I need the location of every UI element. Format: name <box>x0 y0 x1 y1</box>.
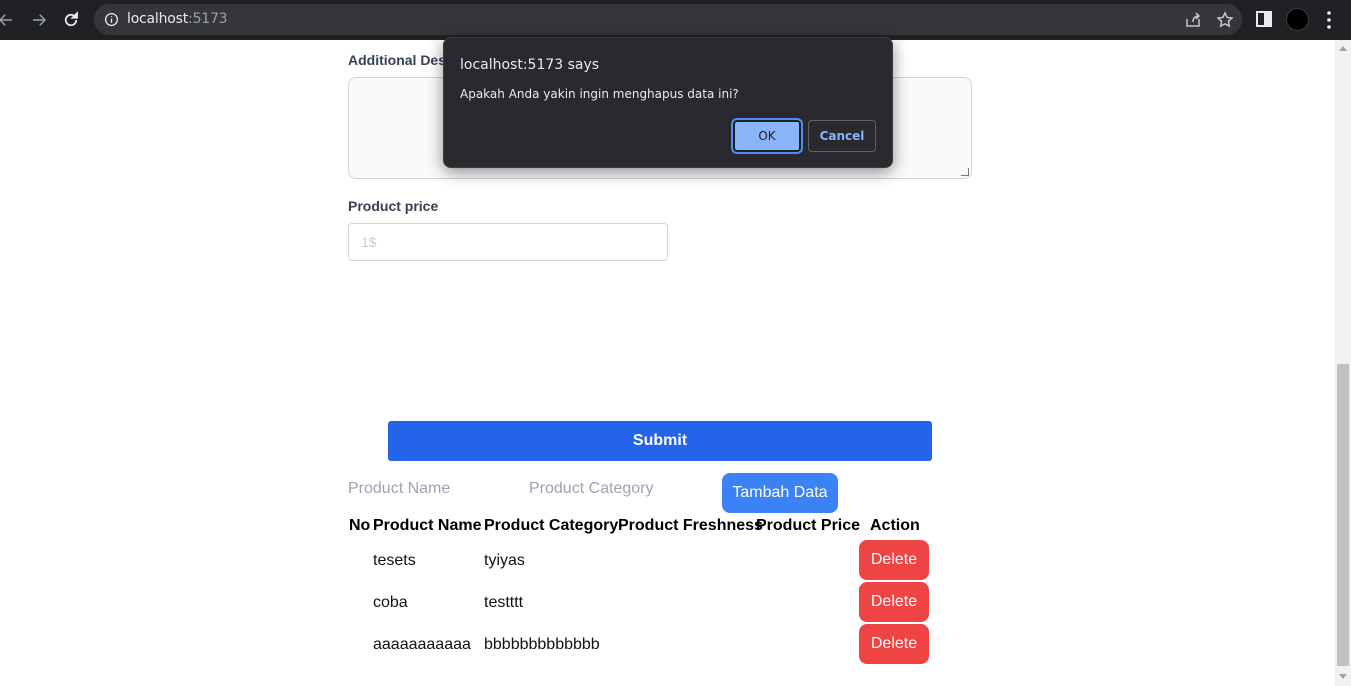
scrollbar-thumb[interactable] <box>1337 364 1349 666</box>
row-3-delete-button[interactable]: Delete <box>859 624 929 664</box>
table-header-name: Product Name <box>373 517 482 534</box>
table-header-no: No <box>349 517 371 534</box>
side-panel-icon[interactable] <box>1256 11 1272 27</box>
table-header-price: Product Price <box>756 517 861 534</box>
price-input[interactable]: 1$ <box>348 223 668 261</box>
search-category-input[interactable]: Product Category <box>529 480 654 506</box>
share-icon[interactable] <box>1184 11 1202 29</box>
description-label: Additional Desc <box>348 52 454 68</box>
dialog-title: localhost:5173 says <box>460 57 600 73</box>
ok-button[interactable]: OK <box>731 118 803 154</box>
search-name-input[interactable]: Product Name <box>348 480 450 506</box>
forward-icon[interactable] <box>27 8 51 32</box>
row-3-category: bbbbbbbbbbbbb <box>484 636 600 653</box>
cancel-button[interactable]: Cancel <box>808 120 876 152</box>
kebab-menu-icon[interactable] <box>1320 9 1338 31</box>
scroll-up-icon[interactable] <box>1339 46 1347 51</box>
add-data-button[interactable]: Tambah Data <box>722 473 838 513</box>
submit-button[interactable]: Submit <box>388 421 932 461</box>
profile-avatar[interactable] <box>1286 8 1309 31</box>
resize-grip-icon[interactable] <box>961 168 969 176</box>
dialog-message: Apakah Anda yakin ingin menghapus data i… <box>460 87 739 101</box>
row-2-delete-button[interactable]: Delete <box>859 582 929 622</box>
browser-toolbar: localhost:5173 <box>0 0 1351 40</box>
price-label: Product price <box>348 198 439 214</box>
url-text: localhost:5173 <box>127 11 228 27</box>
table-header-category: Product Category <box>484 517 619 534</box>
confirm-dialog: localhost:5173 says Apakah Anda yakin in… <box>443 37 893 168</box>
table-header-freshness: Product Freshness <box>618 517 763 534</box>
row-3-name: aaaaaaaaaaa <box>373 636 471 653</box>
reload-icon[interactable] <box>59 8 83 32</box>
page-scrollbar[interactable] <box>1335 40 1351 686</box>
site-info-icon[interactable] <box>104 12 119 27</box>
bookmark-star-icon[interactable] <box>1216 11 1234 29</box>
row-1-name: tesets <box>373 552 416 569</box>
row-1-category: tyiyas <box>484 552 525 569</box>
scroll-down-icon[interactable] <box>1339 674 1347 679</box>
back-icon[interactable] <box>0 8 18 32</box>
row-2-name: coba <box>373 594 408 611</box>
row-1-delete-button[interactable]: Delete <box>859 540 929 580</box>
table-header-action: Action <box>870 517 920 534</box>
row-2-category: testttt <box>484 594 524 611</box>
address-bar[interactable]: localhost:5173 <box>94 4 1242 35</box>
